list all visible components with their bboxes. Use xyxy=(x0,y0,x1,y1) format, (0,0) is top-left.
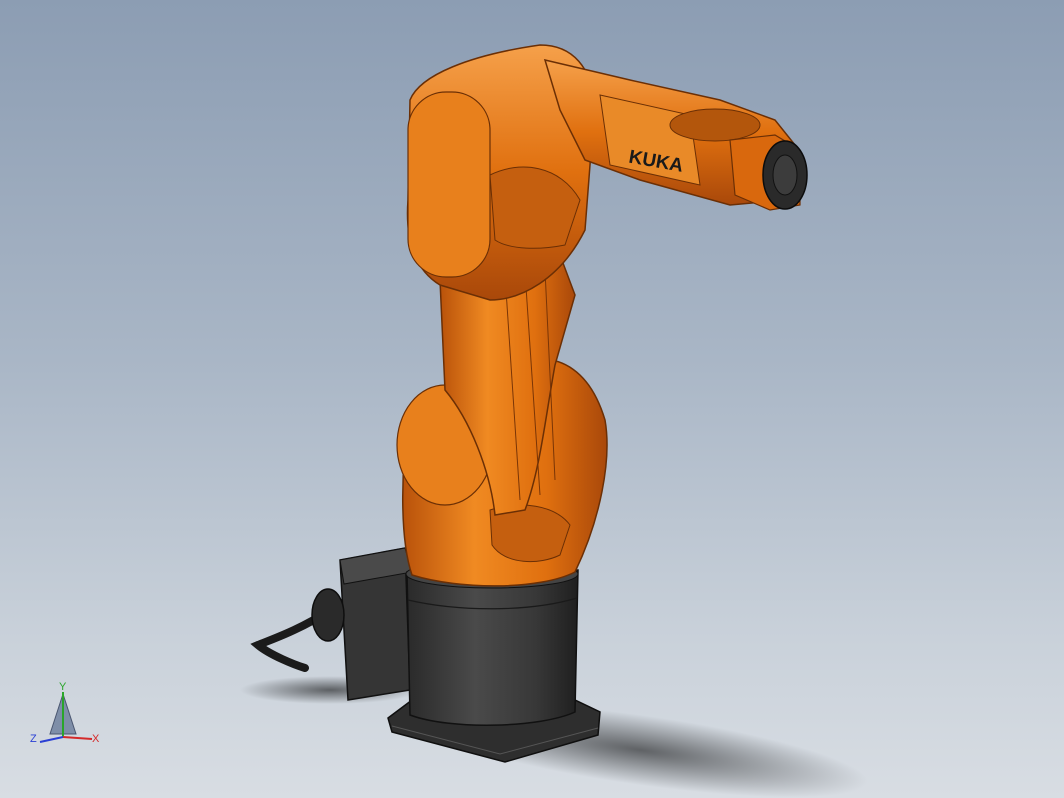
cad-viewport[interactable]: KUKA Y X Z xyxy=(0,0,1064,798)
elbow-side-cover xyxy=(407,91,491,278)
triad-x-label: X xyxy=(92,733,100,745)
triad-y-label: Y xyxy=(59,681,67,693)
z-axis-line xyxy=(39,736,64,743)
robot-arm-model: KUKA xyxy=(240,44,868,798)
connector-plug xyxy=(311,588,345,642)
triad-z-label: Z xyxy=(30,733,37,745)
x-axis-line xyxy=(62,736,93,740)
base-cylinder xyxy=(406,569,579,726)
forearm-cutout xyxy=(669,108,761,142)
